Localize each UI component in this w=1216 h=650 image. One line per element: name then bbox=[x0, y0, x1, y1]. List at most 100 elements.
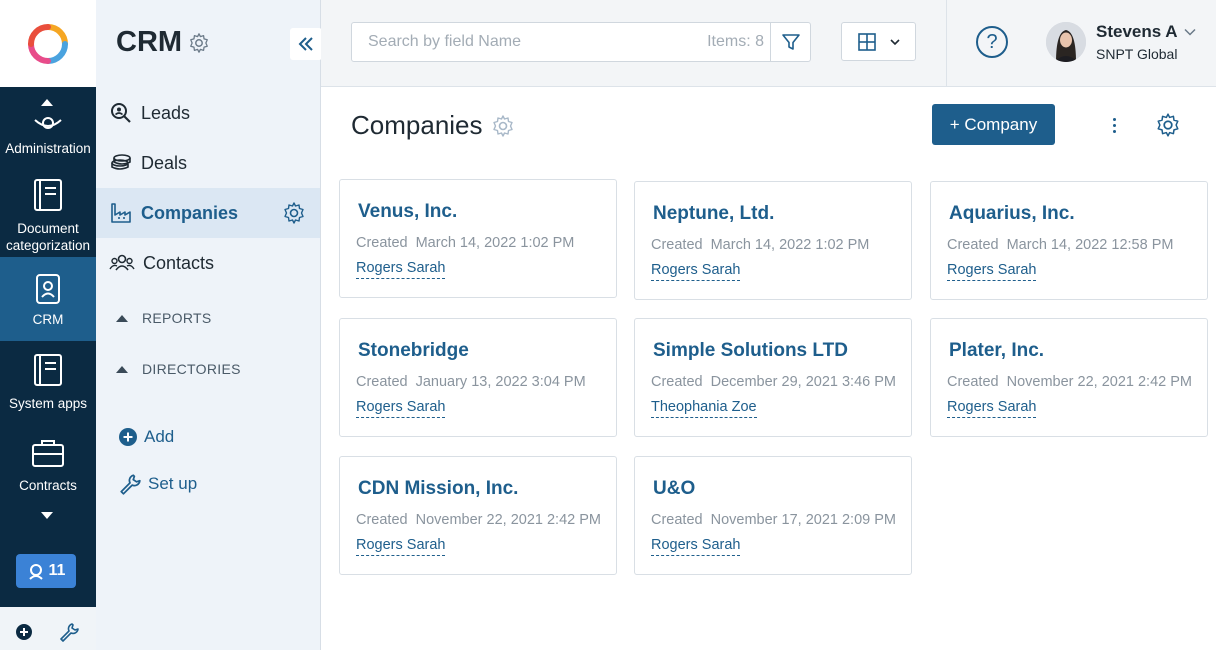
owner-link[interactable]: Rogers Sarah bbox=[356, 399, 446, 418]
company-name[interactable]: U&O bbox=[653, 478, 695, 500]
owner-link[interactable]: Theophania Zoe bbox=[651, 399, 757, 418]
company-name[interactable]: CDN Mission, Inc. bbox=[358, 478, 518, 500]
company-card[interactable]: Plater, Inc. Created November 22, 2021 2:… bbox=[930, 318, 1208, 437]
company-card[interactable]: CDN Mission, Inc. Created November 22, 20… bbox=[339, 456, 617, 575]
collapse-sidebar-button[interactable] bbox=[290, 28, 322, 60]
gear-icon[interactable] bbox=[491, 114, 515, 138]
company-card[interactable]: Neptune, Ltd. Created March 14, 2022 1:02… bbox=[634, 181, 912, 300]
rail-item-crm[interactable]: CRM bbox=[0, 257, 96, 341]
main-content: Companies + Company Venus, Inc. Created M… bbox=[321, 87, 1216, 650]
search-person-icon bbox=[111, 103, 131, 123]
more-options-icon[interactable] bbox=[1104, 114, 1124, 136]
rail-scroll-down-icon[interactable] bbox=[41, 512, 53, 519]
sidebar-setup-button[interactable]: Set up bbox=[118, 472, 197, 496]
sidebar-item-label: Contacts bbox=[143, 252, 215, 273]
owner-link[interactable]: Rogers Sarah bbox=[651, 262, 741, 281]
company-name[interactable]: Stonebridge bbox=[358, 340, 469, 362]
owner-link[interactable]: Rogers Sarah bbox=[947, 399, 1037, 418]
sidebar-section-directories[interactable]: DIRECTORIES bbox=[116, 361, 241, 377]
notifications-badge[interactable]: 11 bbox=[16, 554, 76, 588]
created-line: Created March 14, 2022 12:58 PM bbox=[947, 237, 1173, 253]
app-rail: Administration Document categorization C… bbox=[0, 0, 96, 650]
book-icon bbox=[34, 179, 62, 211]
created-label: Created bbox=[356, 235, 408, 251]
company-card[interactable]: Simple Solutions LTD Created December 29,… bbox=[634, 318, 912, 437]
app-logo[interactable] bbox=[0, 0, 96, 87]
add-circle-icon[interactable] bbox=[15, 623, 33, 641]
setup-label: Set up bbox=[148, 474, 198, 493]
items-count: Items: 8 bbox=[707, 33, 764, 50]
created-label: Created bbox=[651, 374, 703, 390]
sidebar-item-deals[interactable]: Deals bbox=[96, 138, 320, 188]
sidebar-item-label: Companies bbox=[141, 202, 239, 223]
add-company-button[interactable]: + Company bbox=[932, 104, 1055, 145]
created-line: Created March 14, 2022 1:02 PM bbox=[356, 235, 574, 251]
rail-item-system-apps[interactable]: System apps bbox=[0, 351, 96, 431]
company-card[interactable]: Aquarius, Inc. Created March 14, 2022 12:… bbox=[930, 181, 1208, 300]
rail-scroll-up-icon[interactable] bbox=[41, 99, 53, 106]
add-circle-icon bbox=[119, 428, 137, 446]
created-date: March 14, 2022 1:02 PM bbox=[415, 235, 575, 251]
badge-count: 11 bbox=[48, 562, 66, 579]
created-date: January 13, 2022 3:04 PM bbox=[415, 374, 586, 390]
sidebar-item-companies[interactable]: Companies bbox=[96, 188, 320, 238]
help-button[interactable]: ? bbox=[976, 26, 1008, 58]
company-name[interactable]: Aquarius, Inc. bbox=[949, 203, 1075, 225]
gear-icon[interactable] bbox=[188, 32, 210, 54]
avatar[interactable] bbox=[1046, 22, 1086, 62]
people-icon bbox=[109, 254, 135, 271]
support-agent-icon bbox=[28, 564, 43, 580]
sidebar-add-button[interactable]: Add bbox=[118, 427, 174, 447]
company-name[interactable]: Plater, Inc. bbox=[949, 340, 1044, 362]
grid-view-icon bbox=[857, 32, 876, 51]
owner-link[interactable]: Rogers Sarah bbox=[947, 262, 1037, 281]
user-org: SNPT Global bbox=[1096, 46, 1178, 62]
created-line: Created November 17, 2021 2:09 PM bbox=[651, 512, 896, 528]
company-card[interactable]: Stonebridge Created January 13, 2022 3:04… bbox=[339, 318, 617, 437]
rail-item-document-categorization[interactable]: Document categorization bbox=[0, 170, 96, 257]
gear-icon[interactable] bbox=[282, 201, 306, 225]
add-label: Add bbox=[144, 427, 175, 446]
briefcase-icon bbox=[32, 440, 64, 467]
search-input[interactable] bbox=[352, 23, 708, 61]
owner-link[interactable]: Rogers Sarah bbox=[356, 537, 446, 556]
company-name[interactable]: Simple Solutions LTD bbox=[653, 340, 848, 362]
created-line: Created January 13, 2022 3:04 PM bbox=[356, 374, 586, 390]
view-mode-button[interactable] bbox=[841, 22, 916, 61]
created-date: December 29, 2021 3:46 PM bbox=[710, 374, 896, 390]
rail-item-label: Document categorization bbox=[5, 221, 91, 253]
created-line: Created December 29, 2021 3:46 PM bbox=[651, 374, 896, 390]
created-label: Created bbox=[356, 512, 408, 528]
company-name[interactable]: Neptune, Ltd. bbox=[653, 203, 774, 225]
sidebar-item-contacts[interactable]: Contacts bbox=[96, 238, 320, 288]
logo-icon bbox=[28, 23, 68, 64]
factory-icon bbox=[111, 203, 131, 223]
filter-button[interactable] bbox=[770, 23, 810, 61]
created-date: March 14, 2022 1:02 PM bbox=[710, 237, 870, 253]
sidebar-section-reports[interactable]: REPORTS bbox=[116, 310, 212, 326]
owner-link[interactable]: Rogers Sarah bbox=[651, 537, 741, 556]
rail-item-contracts[interactable]: Contracts bbox=[0, 437, 96, 497]
wrench-icon[interactable] bbox=[58, 621, 80, 643]
help-icon: ? bbox=[986, 30, 998, 53]
sidebar-title: CRM bbox=[116, 26, 210, 59]
owner-link[interactable]: Rogers Sarah bbox=[356, 260, 446, 279]
company-card[interactable]: U&O Created November 17, 2021 2:09 PM Rog… bbox=[634, 456, 912, 575]
created-label: Created bbox=[947, 237, 999, 253]
double-chevron-left-icon bbox=[298, 37, 313, 51]
expand-toggle-icon bbox=[116, 314, 128, 322]
user-menu[interactable]: Stevens A bbox=[1096, 22, 1196, 42]
page-title: Companies bbox=[351, 110, 515, 141]
company-card[interactable]: Venus, Inc. Created March 14, 2022 1:02 P… bbox=[339, 179, 617, 298]
wrench-icon bbox=[120, 474, 141, 495]
sidebar-item-leads[interactable]: Leads bbox=[96, 88, 320, 138]
section-label: REPORTS bbox=[142, 310, 212, 326]
rail-item-administration[interactable]: Administration bbox=[0, 110, 96, 170]
rail-item-label: Contracts bbox=[19, 478, 77, 493]
created-date: November 22, 2021 2:42 PM bbox=[415, 512, 601, 528]
company-name[interactable]: Venus, Inc. bbox=[358, 201, 457, 223]
gear-icon[interactable] bbox=[1155, 112, 1181, 138]
created-label: Created bbox=[651, 512, 703, 528]
rail-item-label: System apps bbox=[8, 396, 88, 411]
user-photo-icon bbox=[1046, 22, 1086, 62]
